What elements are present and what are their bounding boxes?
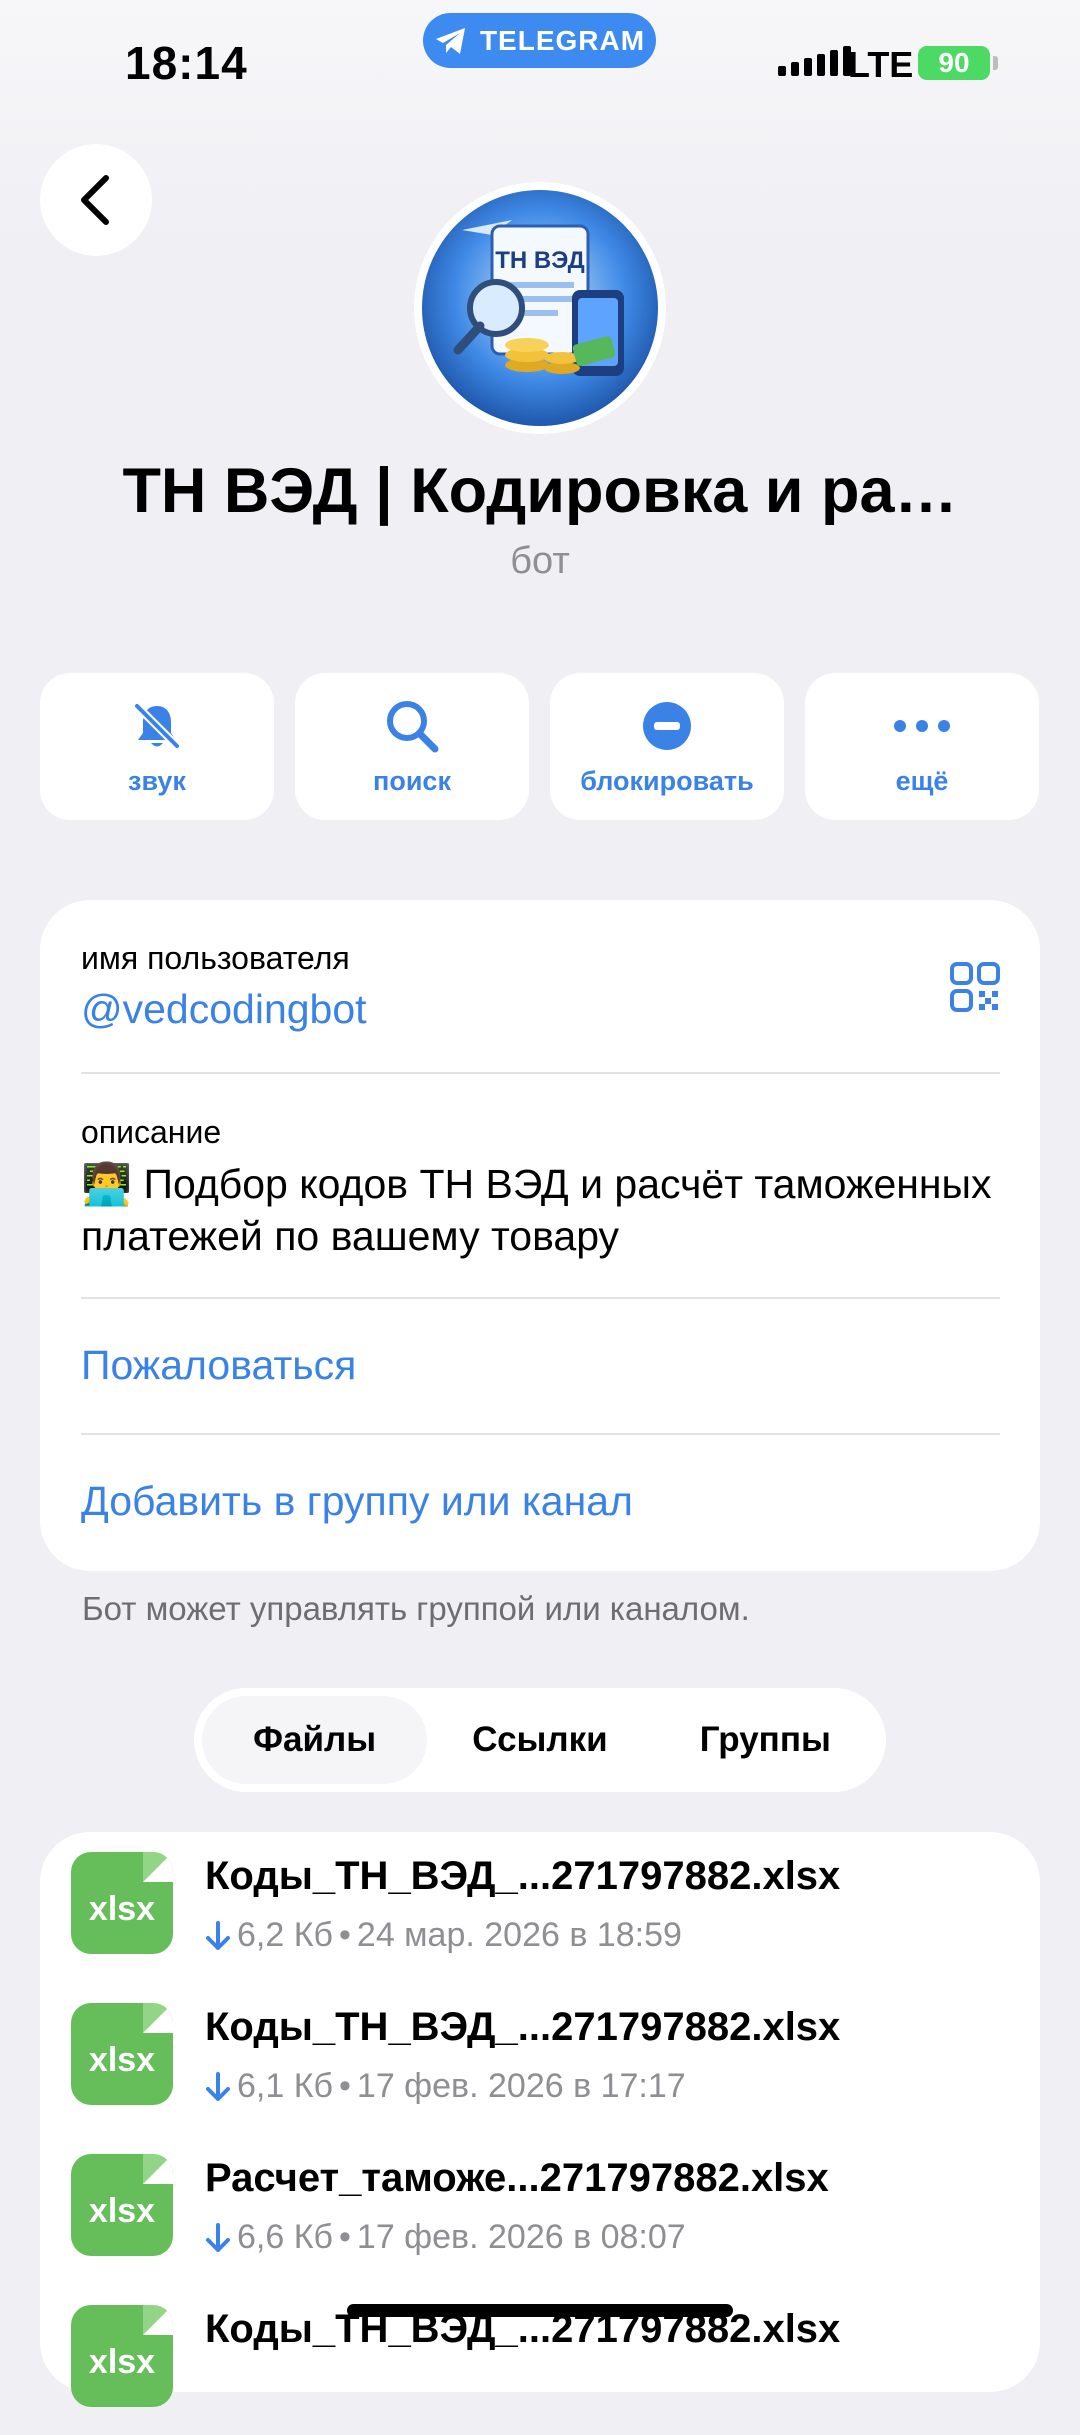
info-card: имя пользователя @vedcodingbot описание … xyxy=(40,900,1040,1571)
file-name: Коды_ТН_ВЭД_...271797882.xlsx xyxy=(205,1854,841,1898)
description-label: описание xyxy=(81,1114,222,1150)
file-date: 24 мар. 2026 в 18:59 xyxy=(356,1916,682,1954)
divider xyxy=(81,1297,1000,1299)
more-icon xyxy=(894,720,950,732)
download-arrow-icon xyxy=(206,2071,230,2101)
chevron-left-icon xyxy=(81,175,109,225)
mute-button[interactable]: звук xyxy=(40,673,274,820)
home-indicator[interactable] xyxy=(347,2304,733,2317)
file-meta: 6,6 Кб • 17 фев. 2026 в 08:07 xyxy=(205,2218,686,2257)
block-button[interactable]: блокировать xyxy=(550,673,784,820)
page-subtitle: бот xyxy=(510,540,570,582)
page-title: ТН ВЭД | Кодировка и ра… xyxy=(122,456,958,526)
tab-groups[interactable]: Группы xyxy=(653,1696,878,1784)
file-date: 17 фев. 2026 в 08:07 xyxy=(356,2218,686,2256)
block-icon xyxy=(643,702,691,750)
divider xyxy=(81,1433,1000,1435)
file-size: 6,2 Кб xyxy=(237,1916,333,1954)
media-tabs: Файлы Ссылки Группы xyxy=(194,1688,886,1792)
file-size: 6,6 Кб xyxy=(237,2218,333,2256)
file-meta: 6,2 Кб • 24 мар. 2026 в 18:59 xyxy=(205,1916,682,1955)
search-label: поиск xyxy=(373,766,451,796)
file-date: 17 фев. 2026 в 17:17 xyxy=(356,2067,686,2105)
file-name: Коды_ТН_ВЭД_...271797882.xlsx xyxy=(205,2005,841,2049)
bot-avatar[interactable]: ТН ВЭД xyxy=(414,182,666,434)
file-item[interactable]: xlsx Коды_ТН_ВЭД_...271797882.xlsx 6,2 К… xyxy=(40,1832,1040,1982)
telegram-pill[interactable]: TELEGRAM xyxy=(423,13,656,68)
xlsx-file-icon: xlsx xyxy=(71,1852,173,1954)
status-time: 18:14 xyxy=(125,37,248,89)
description-text: 👨‍💻 Подбор кодов ТН ВЭД и расчёт таможен… xyxy=(81,1158,1001,1262)
xlsx-file-icon: xlsx xyxy=(71,2305,173,2407)
tab-links[interactable]: Ссылки xyxy=(427,1696,652,1784)
download-arrow-icon xyxy=(206,1920,230,1950)
username-label: имя пользователя xyxy=(81,940,350,976)
search-button[interactable]: поиск xyxy=(295,673,529,820)
telegram-pill-label: TELEGRAM xyxy=(479,24,646,56)
xlsx-file-icon: xlsx xyxy=(71,2154,173,2256)
report-link[interactable]: Пожаловаться xyxy=(81,1342,356,1389)
file-meta: 6,1 Кб • 17 фев. 2026 в 17:17 xyxy=(205,2067,686,2106)
mute-label: звук xyxy=(128,766,186,796)
group-hint: Бот может управлять группой или каналом. xyxy=(82,1590,750,1627)
file-size: 6,1 Кб xyxy=(237,2067,333,2105)
battery-tip xyxy=(993,56,998,70)
battery-level: 90 xyxy=(938,47,970,78)
xlsx-file-icon: xlsx xyxy=(71,2003,173,2105)
technologist-emoji: 👨‍💻 xyxy=(81,1161,133,1207)
divider xyxy=(81,1072,1000,1074)
more-button[interactable]: ещё xyxy=(805,673,1039,820)
telegram-icon xyxy=(435,27,465,54)
file-item[interactable]: xlsx Коды_ТН_ВЭД_...271797882.xlsx 6,1 К… xyxy=(40,1983,1040,2133)
description-body: Подбор кодов ТН ВЭД и расчёт таможенных … xyxy=(81,1161,992,1259)
bell-slash-icon xyxy=(134,703,180,749)
network-type: LTE xyxy=(848,44,914,85)
qr-code-icon[interactable] xyxy=(950,962,1000,1012)
block-label: блокировать xyxy=(580,766,754,796)
username-link[interactable]: @vedcodingbot xyxy=(81,986,367,1033)
avatar-caption: ТН ВЭД xyxy=(495,247,585,274)
file-name: Расчет_таможе...271797882.xlsx xyxy=(205,2156,829,2200)
signal-icon xyxy=(778,46,851,76)
tab-files[interactable]: Файлы xyxy=(202,1696,428,1784)
search-icon xyxy=(387,701,439,753)
battery-icon: 90 xyxy=(918,46,990,80)
add-to-group-link[interactable]: Добавить в группу или канал xyxy=(81,1478,633,1525)
more-label: ещё xyxy=(895,766,949,796)
back-button[interactable] xyxy=(40,144,152,256)
download-arrow-icon xyxy=(206,2222,230,2252)
file-item[interactable]: xlsx Расчет_таможе...271797882.xlsx 6,6 … xyxy=(40,2134,1040,2284)
avatar-image: ТН ВЭД xyxy=(422,190,658,426)
